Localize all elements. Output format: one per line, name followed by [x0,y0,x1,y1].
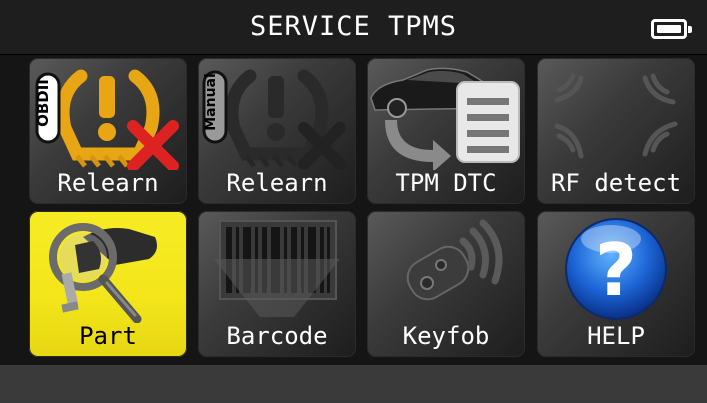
tile-barcode[interactable]: Barcode [198,211,356,357]
rf-signal-icon [554,73,678,159]
tile-obdii-relearn[interactable]: OBDII Relearn [29,58,187,204]
help-question-icon: ? [565,218,667,320]
manual-relearn-icon: Manual [202,69,346,170]
tile-manual-relearn[interactable]: Manual Relearn [198,58,356,204]
page-title: SERVICE TPMS [249,11,458,42]
tile-label: Keyfob [402,322,490,350]
tile-label: RF detect [550,169,682,197]
tile-part[interactable]: Part [29,211,187,357]
tile-label: Barcode [226,322,328,350]
tile-tpm-dtc[interactable]: TPM DTC [367,58,525,204]
tile-label: Relearn [226,169,328,197]
obdii-relearn-icon: OBDII [34,69,179,170]
svg-text:?: ? [595,228,637,312]
tile-label: Relearn [57,169,159,197]
obdii-badge-text: OBDII [34,79,52,127]
tile-label: Part [79,322,137,350]
title-bar: SERVICE TPMS [0,0,707,55]
tile-label: HELP [587,322,645,350]
tile-keyfob[interactable]: Keyfob [367,211,525,357]
manual-badge-text: Manual [203,73,219,131]
keyfob-icon [406,219,503,301]
barcode-icon [214,220,340,317]
tile-help[interactable]: ? HELP [537,211,695,357]
tile-label: TPM DTC [395,169,497,197]
status-bar [0,365,707,403]
tile-rf-detect[interactable]: RF detect [537,58,695,204]
menu-grid: OBDII Relearn Manual Relearn TPM DTC RF … [0,55,707,365]
tpms-sensor-magnifier-icon [49,223,157,323]
battery-full-icon [651,19,692,39]
car-dtc-icon [370,67,520,170]
